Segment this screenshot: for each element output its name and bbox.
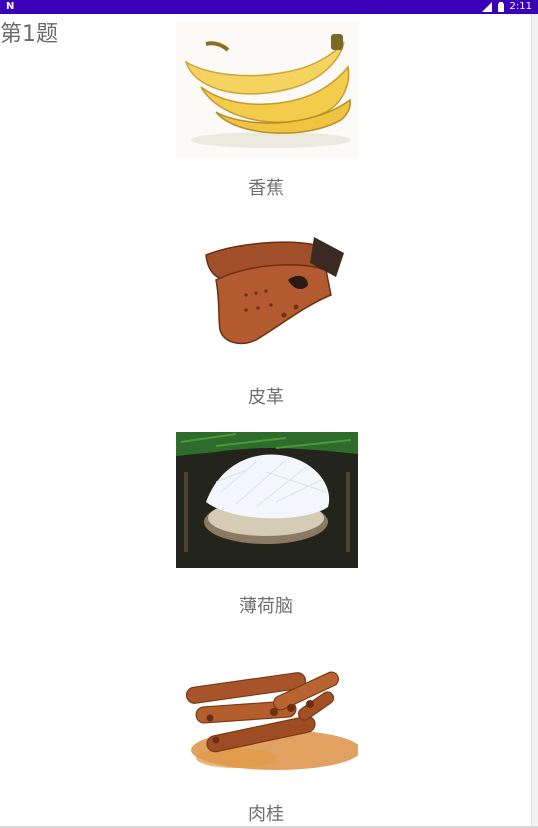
app-screen: N 2:11 第1题 香蕉 皮革 薄荷脑 肉桂 [0,0,538,828]
signal-icon [481,2,492,12]
battery-icon [497,2,504,12]
page-title: 第1题 [0,22,58,47]
status-time: 2:11 [509,1,532,12]
leather-gloves-image[interactable] [176,225,358,361]
cinnamon-illustration [185,671,358,770]
item-label-leather: 皮革 [248,387,284,408]
cinnamon-sticks-image[interactable] [176,640,358,776]
item-label-banana: 香蕉 [248,178,284,199]
menthol-crystals-image[interactable] [176,432,358,568]
status-bar: N 2:11 [0,0,538,14]
scroll-edge[interactable] [531,14,538,828]
banana-illustration [184,34,351,148]
gloves-illustration [205,237,344,345]
item-label-cinnamon: 肉桂 [248,804,284,825]
item-label-menthol: 薄荷脑 [239,596,293,617]
menthol-illustration [176,432,358,568]
n-notification-icon: N [6,1,15,12]
status-right-group: 2:11 [481,0,532,14]
banana-image[interactable] [176,22,358,158]
